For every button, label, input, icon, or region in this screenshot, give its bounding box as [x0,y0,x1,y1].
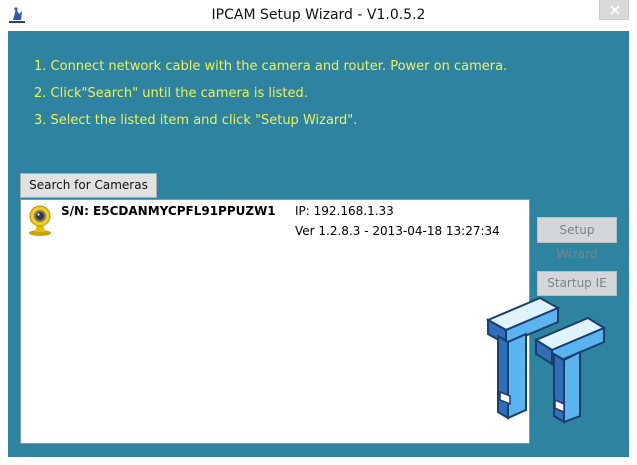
camera-list[interactable]: S/N: E5CDANMYCPFL91PPUZW1 IP: 192.168.1.… [20,199,530,444]
camera-icon [29,205,51,236]
close-button[interactable] [599,0,629,20]
camera-serial-number: S/N: E5CDANMYCPFL91PPUZW1 [61,204,276,218]
close-icon [610,5,620,15]
window-frame-bottom [0,457,637,465]
instruction-step-2: 2. Click"Search" until the camera is lis… [34,86,308,101]
camera-ip-address: IP: 192.168.1.33 [295,204,394,218]
setup-wizard-button[interactable]: Setup Wizard [537,217,617,261]
window-title: IPCAM Setup Wizard - V1.0.5.2 [211,7,426,23]
instruction-step-1: 1. Connect network cable with the camera… [34,59,508,74]
tt-logo [485,296,607,424]
camera-firmware-version: Ver 1.2.8.3 - 2013-04-18 13:27:34 [295,224,500,238]
instruction-step-3: 3. Select the listed item and click "Set… [34,113,358,128]
title-bar: IPCAM Setup Wizard - V1.0.5.2 [0,0,637,31]
search-for-cameras-button[interactable]: Search for Cameras [20,173,157,198]
